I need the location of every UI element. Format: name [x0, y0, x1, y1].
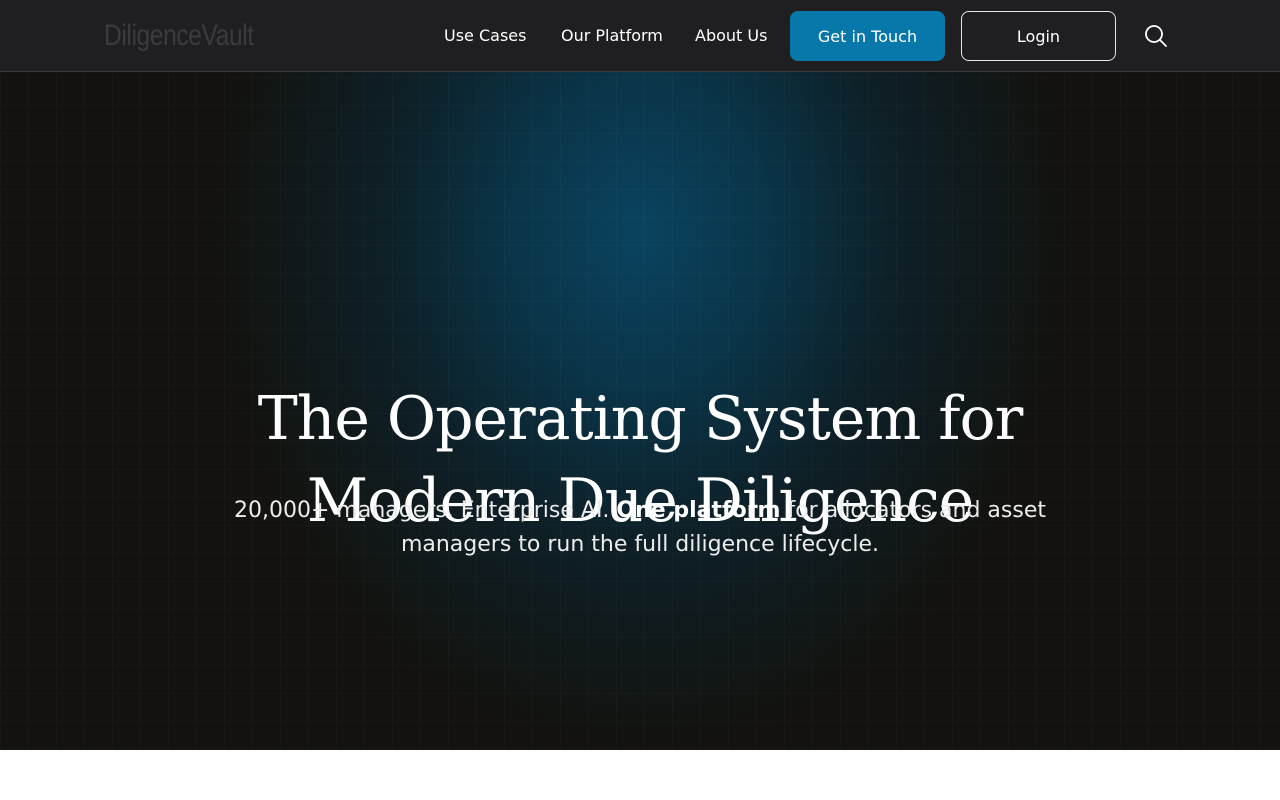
get-in-touch-label: Get in Touch	[817, 26, 918, 46]
get-in-touch-button[interactable]: Get in Touch	[790, 11, 945, 61]
site-header: DiligenceVault Use Cases Our Platform Ab…	[0, 0, 1280, 72]
login-label: Login	[1016, 26, 1061, 46]
hero-title-line1: The Operating System for	[257, 384, 1024, 454]
hero-subtitle: 20,000+ managers. Enterprise AI. One pla…	[230, 494, 1050, 562]
nav-about-us[interactable]: About Us	[695, 24, 767, 48]
hero-subtitle-part1: 20,000+ managers. Enterprise AI.	[234, 498, 617, 523]
search-button[interactable]	[1143, 23, 1169, 49]
nav-our-platform[interactable]: Our Platform	[561, 24, 663, 48]
logo[interactable]: DiligenceVault	[104, 16, 254, 56]
search-icon	[1145, 25, 1167, 47]
login-button[interactable]: Login	[961, 11, 1116, 61]
page-content-start	[0, 750, 1280, 800]
hero-subtitle-bold: One platform	[616, 498, 781, 523]
nav-use-cases[interactable]: Use Cases	[444, 24, 526, 48]
hero-section: The Operating System for Modern Due Dili…	[0, 72, 1280, 750]
